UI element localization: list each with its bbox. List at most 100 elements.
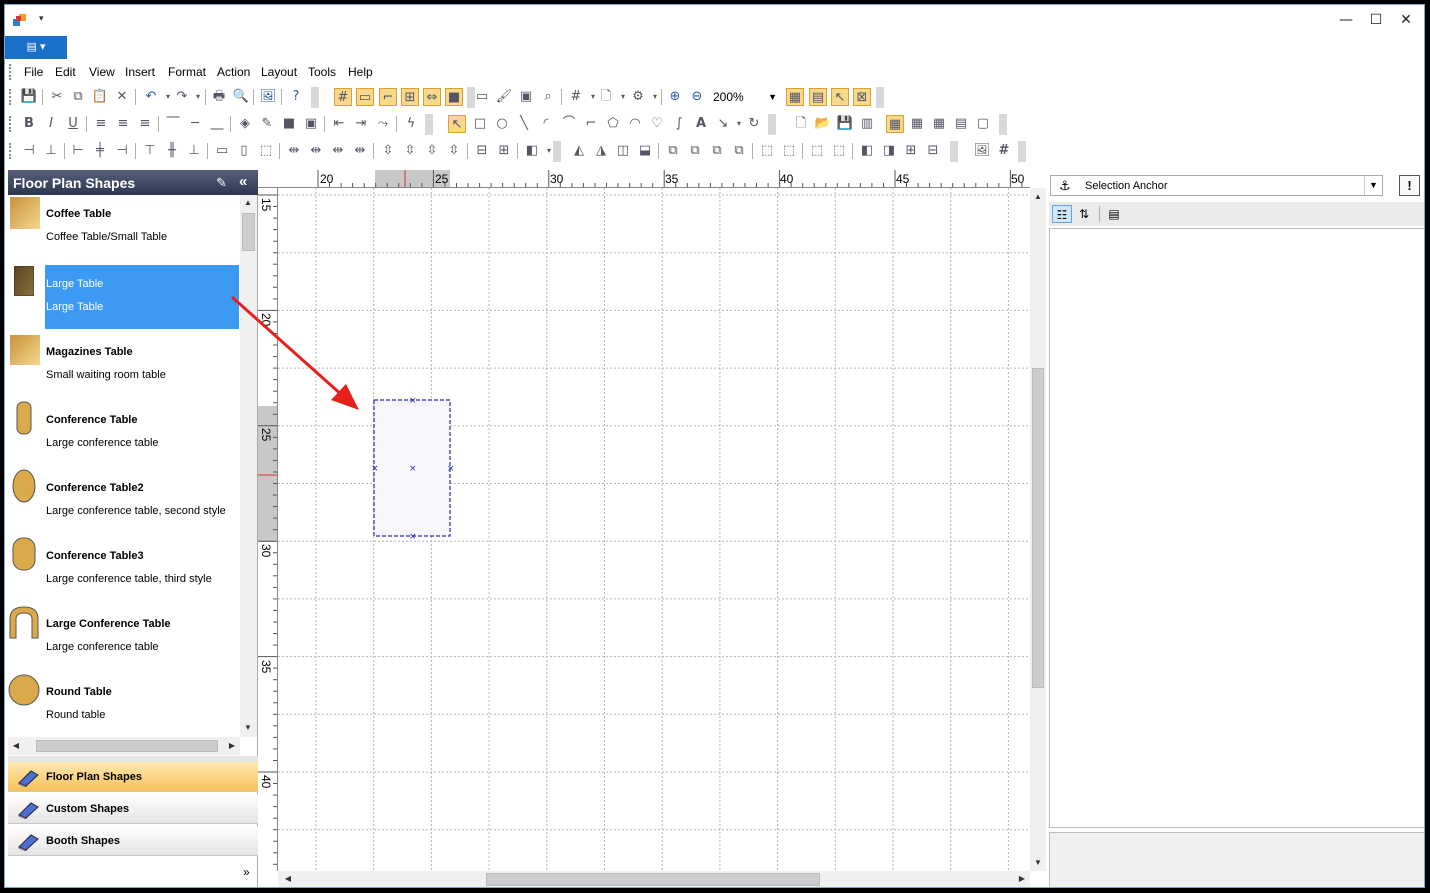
- undo-icon[interactable]: ↶: [142, 88, 160, 106]
- align-vcenter-icon[interactable]: ╪: [91, 142, 109, 160]
- zoom-tool-icon[interactable]: ⌕: [539, 88, 557, 106]
- toolbar-overflow-icon-7[interactable]: [553, 141, 561, 162]
- scroll-thumb[interactable]: [1032, 368, 1044, 688]
- menu-insert[interactable]: Insert: [125, 65, 155, 79]
- bring-to-front-icon[interactable]: ⧉: [664, 142, 682, 160]
- send-backward-icon[interactable]: ⧉: [730, 142, 748, 160]
- maximize-button[interactable]: ☐: [1361, 9, 1391, 31]
- app-icon[interactable]: [13, 13, 27, 27]
- align-top-edges-icon[interactable]: ⊤: [141, 142, 159, 160]
- vspace-decrease-icon[interactable]: ⇳: [423, 142, 441, 160]
- show-grid-icon[interactable]: #: [334, 88, 352, 106]
- toolbar-overflow-icon-9[interactable]: [1018, 141, 1026, 162]
- scroll-thumb[interactable]: [486, 873, 820, 886]
- property-pages-button[interactable]: !: [1399, 175, 1420, 196]
- flip-vertical-icon[interactable]: ⬓: [636, 142, 654, 160]
- menu-edit[interactable]: Edit: [55, 65, 76, 79]
- toolbar-grip-2[interactable]: [9, 116, 12, 132]
- grid-hash-icon[interactable]: #: [995, 142, 1013, 160]
- zoom-out-icon[interactable]: ⊖: [688, 88, 706, 106]
- canvas-vertical-scrollbar[interactable]: ▲ ▼: [1030, 188, 1046, 871]
- list-item[interactable]: Conference Table2 Large conference table…: [8, 469, 240, 537]
- align-bottom-edges-icon[interactable]: ⊥: [185, 142, 203, 160]
- toolbar-overflow-icon-3[interactable]: [876, 87, 884, 108]
- bring-forward-icon[interactable]: ⧉: [708, 142, 726, 160]
- toolbar-overflow-icon-4[interactable]: [425, 114, 433, 135]
- rotate-right-icon[interactable]: ◮: [592, 142, 610, 160]
- list-item-selected[interactable]: Large Table Large Table: [8, 265, 240, 333]
- canvas-horizontal-scrollbar[interactable]: ◀ ▶: [278, 871, 1030, 887]
- send-to-back-icon[interactable]: ⧉: [686, 142, 704, 160]
- layer-icon[interactable]: ▦: [786, 88, 804, 106]
- menu-file[interactable]: File: [24, 65, 43, 79]
- toolbar-overflow-icon-5[interactable]: [768, 114, 776, 135]
- menubar-grip[interactable]: [9, 64, 12, 80]
- chevron-down-icon[interactable]: ▼: [1364, 176, 1382, 195]
- image-edit-icon[interactable]: ▣: [517, 88, 535, 106]
- property-grid[interactable]: [1049, 228, 1424, 828]
- align-right-icon[interactable]: ≡: [136, 115, 154, 133]
- list-item[interactable]: Round Table Round table: [8, 673, 240, 737]
- align-center-icon[interactable]: ≡: [114, 115, 132, 133]
- symbol-library-icon[interactable]: ▥: [858, 115, 876, 133]
- align-hcenter-icon[interactable]: ╫: [163, 142, 181, 160]
- vspace-increase-icon[interactable]: ⇳: [401, 142, 419, 160]
- shape-list-vertical-scrollbar[interactable]: ▲ ▼: [240, 195, 257, 737]
- text-tool-icon[interactable]: A: [692, 115, 710, 133]
- line-start-icon[interactable]: ⇤: [330, 115, 348, 133]
- scroll-left-icon[interactable]: ◀: [280, 874, 296, 883]
- arc-tool-icon[interactable]: ◜: [537, 115, 555, 133]
- polyline-tool-icon[interactable]: ⌐: [582, 115, 600, 133]
- menu-tools[interactable]: Tools: [308, 65, 336, 79]
- settings-gear-icon[interactable]: ⚙: [629, 88, 647, 106]
- center-horizontally-icon[interactable]: ⊟: [473, 142, 491, 160]
- space-increase-icon[interactable]: ⇹: [307, 142, 325, 160]
- subtract-icon[interactable]: ⊞: [902, 142, 920, 160]
- delete-icon[interactable]: ✕: [113, 88, 131, 106]
- menu-format[interactable]: Format: [168, 65, 206, 79]
- space-decrease-icon[interactable]: ⇹: [329, 142, 347, 160]
- scroll-thumb[interactable]: [242, 213, 255, 251]
- category-floor-plan-shapes[interactable]: Floor Plan Shapes: [8, 762, 258, 792]
- line-routing-icon[interactable]: ⤳: [374, 115, 392, 133]
- minimize-button[interactable]: —: [1331, 9, 1361, 31]
- toolbar-overflow-icon[interactable]: [311, 87, 319, 108]
- flip-icon[interactable]: ◧: [523, 142, 541, 160]
- scroll-down-icon[interactable]: ▼: [240, 723, 256, 732]
- curve-tool-icon[interactable]: ⌒: [560, 115, 578, 133]
- scroll-up-icon[interactable]: ▲: [1030, 192, 1046, 201]
- list-item[interactable]: Magazines Table Small waiting room table: [8, 333, 240, 401]
- pointer-tool-icon[interactable]: ↖: [448, 115, 466, 133]
- toolbar-overflow-icon-8[interactable]: [950, 141, 958, 162]
- polygon-tool-icon[interactable]: ⬠: [604, 115, 622, 133]
- new-document-icon[interactable]: 🗋: [792, 115, 810, 133]
- group-icon[interactable]: ▭: [473, 88, 491, 106]
- view-large-icon[interactable]: ▢: [974, 115, 992, 133]
- space-across-icon[interactable]: ⇹: [285, 142, 303, 160]
- bold-icon[interactable]: B: [20, 115, 38, 133]
- collapse-panel-icon[interactable]: «: [239, 173, 247, 190]
- more-categories-icon[interactable]: »: [243, 865, 250, 879]
- print-preview-icon[interactable]: 🔍: [232, 88, 250, 106]
- scroll-right-icon[interactable]: ▶: [224, 741, 240, 750]
- print-icon[interactable]: 🖶: [210, 88, 228, 106]
- lock-shapes-icon[interactable]: ⬚: [808, 142, 826, 160]
- freeform-tool-icon[interactable]: ♡: [648, 115, 666, 133]
- menu-layout[interactable]: Layout: [261, 65, 297, 79]
- cut-icon[interactable]: ✂: [48, 88, 66, 106]
- pointer-layer-icon[interactable]: ↖: [831, 88, 849, 106]
- category-custom-shapes[interactable]: Custom Shapes: [8, 794, 258, 824]
- list-item[interactable]: Large Conference Table Large conference …: [8, 605, 240, 673]
- snap-to-grid-icon[interactable]: ⊞: [401, 88, 419, 106]
- menu-action[interactable]: Action: [217, 65, 250, 79]
- center-vertically-icon[interactable]: ⊞: [495, 142, 513, 160]
- align-centers-icon[interactable]: ⊥: [42, 142, 60, 160]
- shape-shadow-icon[interactable]: ■: [280, 115, 298, 133]
- same-size-icon[interactable]: ⬚: [257, 142, 275, 160]
- fill-color-icon[interactable]: ◈: [236, 115, 254, 133]
- line-end-icon[interactable]: ⇥: [352, 115, 370, 133]
- insert-image-icon[interactable]: 🖼: [259, 88, 277, 106]
- category-booth-shapes[interactable]: Booth Shapes: [8, 826, 258, 856]
- rotate-left-icon[interactable]: ◭: [570, 142, 588, 160]
- list-item[interactable]: Conference Table3 Large conference table…: [8, 537, 240, 605]
